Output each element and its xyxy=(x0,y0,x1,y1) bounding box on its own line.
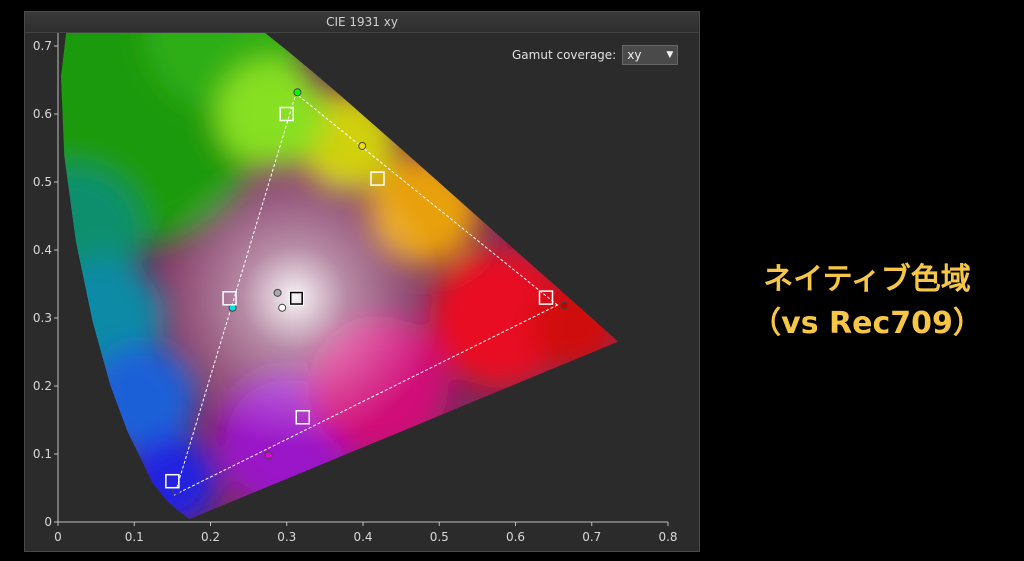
y-tick-label: 0.5 xyxy=(33,175,52,189)
chart-title: CIE 1931 xy xyxy=(25,12,699,33)
x-tick-label: 0.7 xyxy=(582,530,601,544)
cie-chart-svg: 0 0.1 0.2 0.3 0.4 0.5 0.6 0.7 0.8 0 0.1 0.2 0.3 0.4 0.… xyxy=(33,12,678,544)
gamut-coverage-label: Gamut coverage: xyxy=(512,48,617,62)
y-tick-label: 0.1 xyxy=(33,447,52,461)
x-tick-label: 0.2 xyxy=(201,530,220,544)
y-tick-label: 0.2 xyxy=(33,379,52,393)
gamut-coverage-select[interactable]: xy ▼ xyxy=(622,45,679,65)
measured-point-g xyxy=(293,88,302,97)
caption-line-2: （vs Rec709） xyxy=(751,306,983,341)
measured-point-r xyxy=(560,301,569,310)
y-tick-label: 0.4 xyxy=(33,243,52,257)
spectral-locus-fill xyxy=(61,12,619,519)
x-tick-label: 0.3 xyxy=(277,530,296,544)
gamut-coverage-control: Gamut coverage: xy ▼ xyxy=(512,45,679,65)
x-tick-label: 0 xyxy=(54,530,62,544)
measured-point-w1 xyxy=(273,288,282,297)
cie-chart-panel: 0 0.1 0.2 0.3 0.4 0.5 0.6 0.7 0.8 0 0.1 0.2 0.3 0.4 0.… xyxy=(24,11,700,552)
x-tick-label: 0.1 xyxy=(125,530,144,544)
caption-line-1: ネイティブ色域 xyxy=(763,262,971,297)
white-point-glow xyxy=(144,147,445,448)
x-tick-label: 0.6 xyxy=(506,530,525,544)
y-tick-label: 0.7 xyxy=(33,39,52,53)
y-tick-label: 0.3 xyxy=(33,311,52,325)
x-tick-label: 0.4 xyxy=(353,530,372,544)
measured-point-y xyxy=(358,141,367,150)
measured-point-w2 xyxy=(278,303,287,312)
color-field-blob xyxy=(127,436,218,519)
x-tick-label: 0.8 xyxy=(658,530,677,544)
y-tick-label: 0 xyxy=(44,515,52,529)
caption: ネイティブ色域 （vs Rec709） xyxy=(722,258,1012,346)
y-tick-label: 0.6 xyxy=(33,107,52,121)
gamut-coverage-value: xy xyxy=(627,48,642,62)
measured-point-m xyxy=(264,451,273,460)
dropdown-arrow-icon: ▼ xyxy=(666,50,674,60)
x-tick-label: 0.5 xyxy=(430,530,449,544)
color-field-blob xyxy=(531,279,619,370)
